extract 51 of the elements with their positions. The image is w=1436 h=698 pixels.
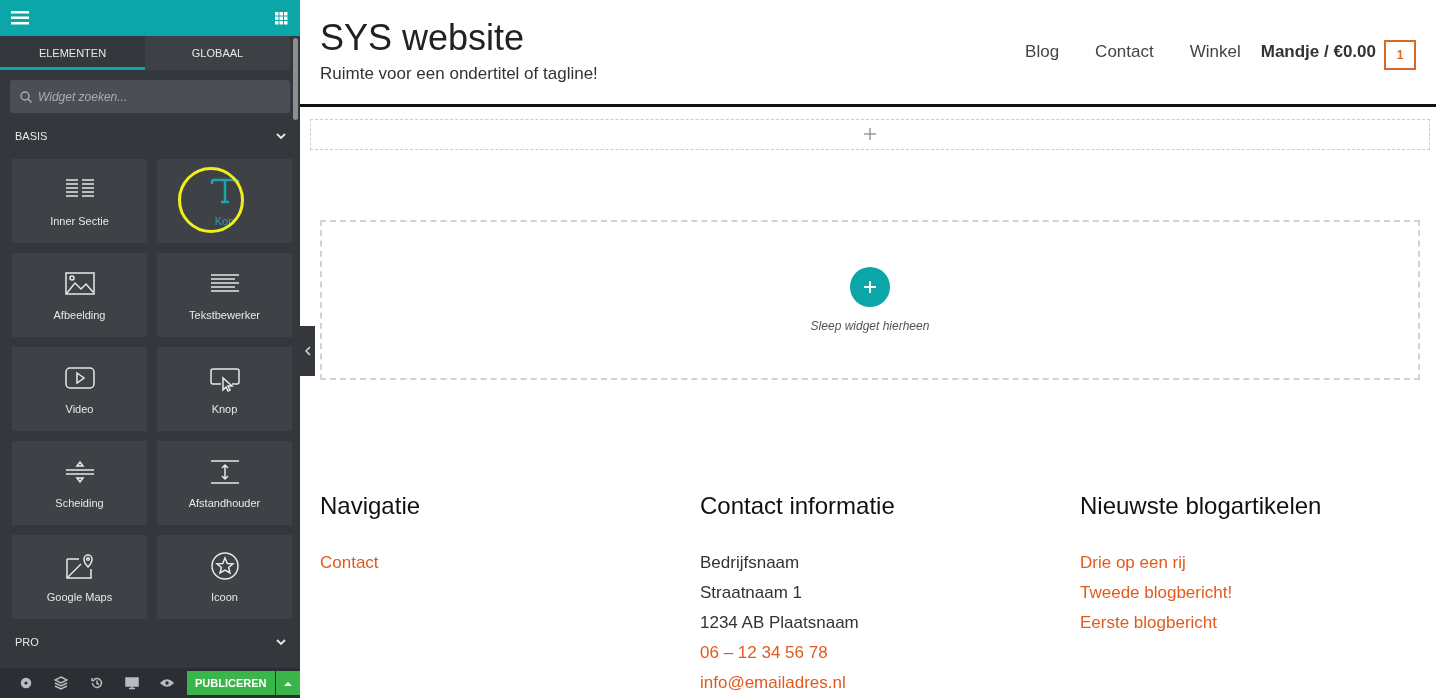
- caret-icon: [283, 680, 292, 686]
- chevron-icon[interactable]: [276, 132, 286, 140]
- footer-heading: Nieuwste blogartikelen: [1080, 492, 1323, 520]
- footer-heading: Navigatie: [320, 492, 422, 520]
- layers-icon: [54, 676, 69, 690]
- nav-link[interactable]: Contact: [1095, 41, 1154, 62]
- chevron-icon[interactable]: [276, 638, 286, 646]
- footer-link[interactable]: Eerste blogbericht: [1080, 613, 1218, 632]
- widget-tile[interactable]: Afstandhouder: [157, 441, 292, 525]
- widget-tile[interactable]: Icoon: [157, 535, 292, 619]
- drop-zone[interactable]: Sleep widget hierheen: [320, 220, 1420, 380]
- add-widget-button[interactable]: [850, 267, 890, 308]
- widget-tile[interactable]: Scheiding: [12, 441, 147, 525]
- cart-link[interactable]: Mandje / €0.00: [1260, 41, 1376, 62]
- panel-tab[interactable]: GLOBAAL: [145, 36, 290, 70]
- widget-tile[interactable]: Tekstbewerker: [157, 253, 292, 337]
- nav-link[interactable]: Blog: [1025, 41, 1060, 62]
- widget-tile[interactable]: Inner Sectie: [12, 159, 147, 243]
- footer-link[interactable]: Tweede blogbericht!: [1080, 583, 1233, 602]
- widget-tile[interactable]: Google Maps: [12, 535, 147, 619]
- section-title[interactable]: PRO: [15, 636, 39, 648]
- grid-icon[interactable]: [275, 11, 288, 25]
- section-title[interactable]: BASIS: [15, 130, 48, 142]
- footer-link[interactable]: info@emailadres.nl: [700, 673, 846, 692]
- footer-text: Bedrijfsnaam: [700, 553, 800, 572]
- site-title[interactable]: SYS website: [320, 19, 598, 56]
- drop-hint: Sleep widget hierheen: [810, 319, 930, 334]
- plus-icon: [864, 281, 876, 294]
- search-field[interactable]: Widget zoeken...: [10, 80, 290, 113]
- desktop-icon: [124, 676, 139, 690]
- widget-tile[interactable]: Video: [12, 347, 147, 431]
- plus-icon: [863, 127, 877, 142]
- history-icon: [89, 676, 104, 690]
- scrollbar[interactable]: [293, 38, 298, 120]
- footer-link[interactable]: Drie op een rij: [1080, 553, 1186, 572]
- add-section-bar[interactable]: [310, 118, 1430, 151]
- site-tagline: Ruimte voor een ondertitel of tagline!: [320, 63, 598, 84]
- footer-link[interactable]: Contact: [320, 553, 379, 572]
- widget-tile[interactable]: Afbeelding: [12, 253, 147, 337]
- panel-tab[interactable]: ELEMENTEN: [0, 36, 145, 70]
- footer-text: 1234 AB Plaatsnaam: [700, 613, 859, 632]
- widget-tile[interactable]: Knop: [157, 347, 292, 431]
- footer-heading: Contact informatie: [700, 492, 896, 520]
- collapse-handle[interactable]: [300, 326, 315, 376]
- eye-icon: [160, 676, 175, 690]
- footer-text: Straatnaam 1: [700, 583, 803, 602]
- menu-icon[interactable]: [11, 11, 29, 25]
- publish-options-button[interactable]: [275, 671, 300, 695]
- nav-link[interactable]: Winkel: [1189, 41, 1241, 62]
- cursor-highlight: [178, 167, 244, 233]
- footer-link[interactable]: 06 – 12 34 56 78: [700, 643, 828, 662]
